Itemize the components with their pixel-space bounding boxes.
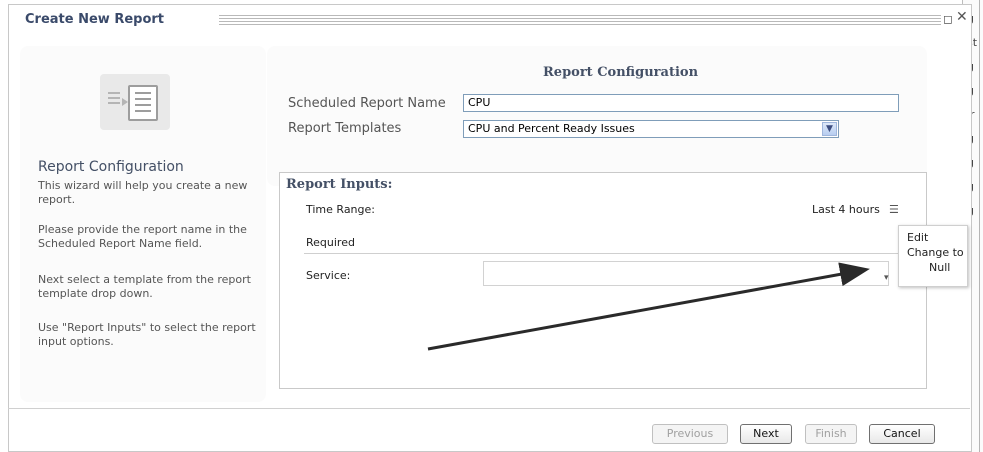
wizard-paragraph: Use "Report Inputs" to select the report…	[38, 321, 256, 348]
wizard-paragraph: Next select a template from the report t…	[38, 273, 251, 300]
finish-button[interactable]: Finish	[805, 424, 857, 444]
previous-button[interactable]: Previous	[652, 424, 728, 444]
report-config-panel: Report Configuration Scheduled Report Na…	[267, 46, 927, 186]
required-label: Required	[306, 236, 355, 249]
report-inputs-section: Report Inputs: Time Range: Last 4 hours …	[279, 172, 927, 389]
time-range-label: Time Range:	[306, 203, 375, 216]
report-name-label: Scheduled Report Name	[288, 96, 446, 111]
required-divider	[304, 253, 908, 254]
report-template-select[interactable]: CPU and Percent Ready Issues ▼	[463, 120, 839, 138]
report-name-input[interactable]: CPU	[463, 94, 899, 112]
wizard-paragraph: Please provide the report name in the Sc…	[38, 223, 247, 250]
report-inputs-title: Report Inputs:	[286, 177, 393, 192]
config-heading: Report Configuration	[543, 65, 699, 80]
service-label: Service:	[306, 269, 351, 282]
report-templates-label: Report Templates	[288, 121, 402, 136]
close-icon[interactable]: ✕	[956, 9, 968, 25]
wizard-heading: Report Configuration	[38, 159, 184, 175]
service-input[interactable]	[483, 261, 889, 286]
menu-item-change-to-null[interactable]: Change to	[907, 246, 964, 259]
time-range-value: Last 4 hours	[812, 203, 880, 216]
dialog-title: Create New Report	[25, 12, 165, 27]
options-menu-icon[interactable]: ☰	[889, 203, 899, 216]
footer-divider	[8, 408, 970, 409]
context-menu: Edit Change to Null	[898, 225, 968, 287]
maximize-icon[interactable]: ◻	[943, 12, 953, 26]
wizard-info-panel: Report Configuration This wizard will he…	[20, 46, 266, 402]
dialog-titlebar[interactable]: Create New Report ◻ ✕	[9, 5, 971, 35]
menu-item-edit[interactable]: Edit	[907, 231, 928, 244]
template-selected-value: CPU and Percent Ready Issues	[468, 122, 635, 135]
menu-item-change-to-null-cont[interactable]: Null	[929, 261, 950, 274]
titlebar-grip	[219, 15, 941, 25]
next-button[interactable]: Next	[740, 424, 792, 444]
chevron-down-icon[interactable]: ▼	[822, 122, 837, 136]
background-divider	[979, 0, 980, 452]
cancel-button[interactable]: Cancel	[869, 424, 935, 444]
wizard-paragraph: This wizard will help you create a new r…	[38, 179, 248, 206]
service-dropdown-icon[interactable]: ▾	[884, 273, 889, 283]
report-wizard-icon	[100, 74, 170, 130]
